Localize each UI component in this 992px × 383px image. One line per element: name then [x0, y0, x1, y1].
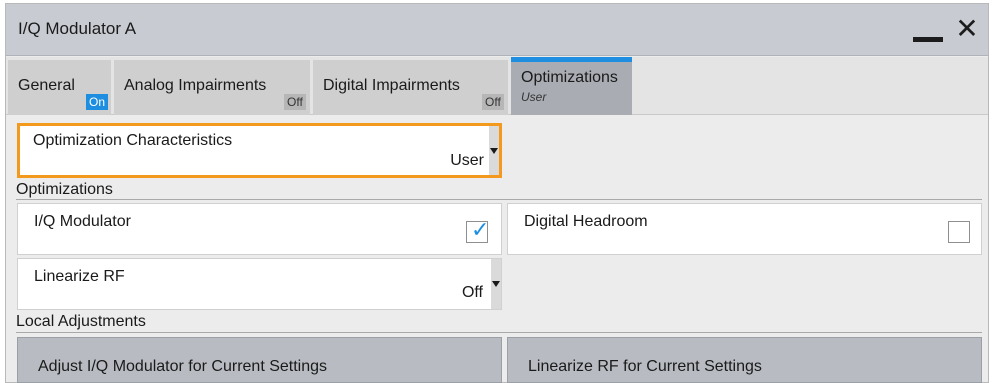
adjust-iq-modulator-button-label: Adjust I/Q Modulator for Current Setting…	[38, 358, 328, 375]
iq-modulator-field: I/Q Modulator ✓	[17, 203, 502, 255]
chevron-down-icon	[491, 259, 501, 309]
tab-digital-impairments[interactable]: Digital Impairments Off	[313, 60, 508, 115]
tab-general-label: General	[18, 77, 75, 94]
linearize-rf-button[interactable]: Linearize RF for Current Settings	[507, 337, 982, 383]
tab-optimizations[interactable]: Optimizations User	[511, 57, 632, 115]
tab-optimizations-label: Optimizations	[521, 69, 618, 86]
linearize-rf-label: Linearize RF	[34, 268, 125, 285]
iq-modulator-label: I/Q Modulator	[34, 213, 131, 230]
minimize-icon[interactable]	[913, 22, 943, 42]
chevron-down-icon	[489, 126, 499, 175]
tab-analog-impairments-status-badge: Off	[284, 94, 306, 110]
tab-general-status-badge: On	[86, 94, 109, 110]
optimizations-divider	[16, 199, 982, 200]
tab-optimizations-sub: User	[521, 90, 547, 104]
digital-headroom-label: Digital Headroom	[524, 213, 648, 230]
linearize-rf-button-label: Linearize RF for Current Settings	[528, 358, 762, 375]
optimization-characteristics-dropdown[interactable]: Optimization Characteristics User	[17, 123, 502, 178]
close-icon[interactable]: ✕	[954, 14, 980, 44]
adjust-iq-modulator-button[interactable]: Adjust I/Q Modulator for Current Setting…	[17, 337, 502, 383]
optimization-characteristics-value: User	[450, 152, 484, 169]
tab-analog-impairments[interactable]: Analog Impairments Off	[114, 60, 310, 115]
window-title: I/Q Modulator A	[18, 19, 137, 38]
title-bar: I/Q Modulator A ✕	[6, 4, 988, 56]
checkmark-icon: ✓	[471, 217, 490, 242]
digital-headroom-checkbox[interactable]	[948, 221, 970, 243]
optimization-characteristics-label: Optimization Characteristics	[33, 132, 233, 149]
tab-digital-impairments-label: Digital Impairments	[323, 77, 460, 94]
iq-modulator-checkbox[interactable]: ✓	[466, 217, 490, 243]
optimizations-section-label: Optimizations	[16, 181, 113, 198]
linearize-rf-dropdown[interactable]: Linearize RF Off	[17, 258, 502, 310]
tab-digital-impairments-status-badge: Off	[482, 94, 504, 110]
iq-modulator-dialog: I/Q Modulator A ✕ General On Analog Impa…	[5, 3, 989, 383]
local-adjustments-section-label: Local Adjustments	[16, 313, 146, 330]
tab-analog-impairments-label: Analog Impairments	[124, 77, 267, 94]
digital-headroom-field: Digital Headroom	[507, 203, 982, 255]
linearize-rf-value: Off	[461, 284, 483, 301]
local-adjustments-divider	[16, 332, 982, 333]
tab-bar: General On Analog Impairments Off Digita…	[6, 57, 988, 115]
tab-general[interactable]: General On	[8, 60, 111, 115]
